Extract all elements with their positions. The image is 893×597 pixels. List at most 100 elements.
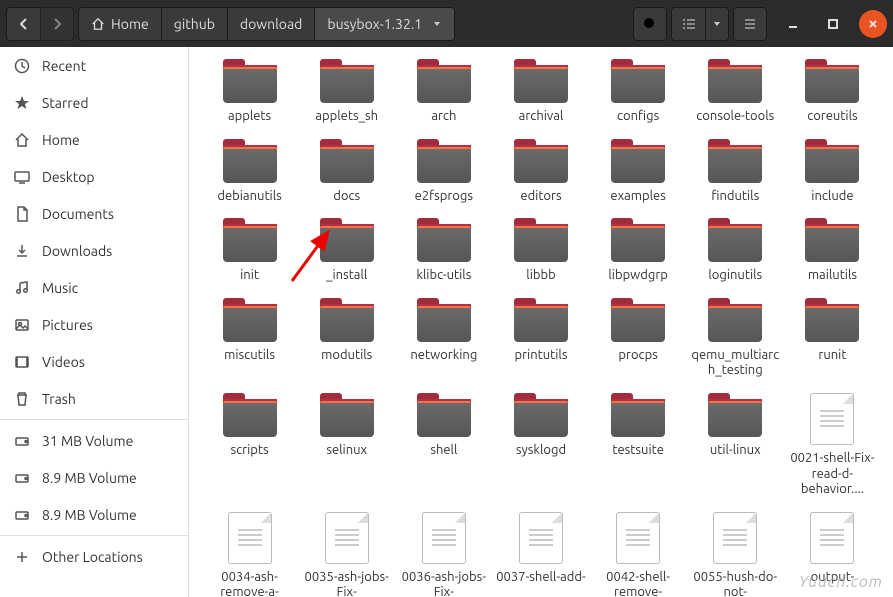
sidebar-recent[interactable]: Recent bbox=[0, 47, 188, 84]
folder-item[interactable]: debianutils bbox=[201, 135, 298, 209]
folder-label: sysklogd bbox=[516, 443, 566, 459]
file-item[interactable]: 0035-ash-jobs-Fix- bbox=[298, 508, 395, 597]
folder-item[interactable]: applets_sh bbox=[298, 55, 395, 129]
maximize-button[interactable] bbox=[819, 10, 847, 38]
folder-label: coreutils bbox=[807, 109, 857, 125]
text-file-icon bbox=[422, 512, 466, 564]
folder-item[interactable]: editors bbox=[492, 135, 589, 209]
folder-item[interactable]: shell bbox=[395, 389, 492, 502]
folder-item[interactable]: _install bbox=[298, 214, 395, 288]
file-item[interactable]: 0036-ash-jobs-Fix- bbox=[395, 508, 492, 597]
folder-label: e2fsprogs bbox=[415, 189, 473, 205]
back-button[interactable] bbox=[6, 7, 40, 41]
sidebar-videos[interactable]: Videos bbox=[0, 343, 188, 380]
folder-item[interactable]: networking bbox=[395, 294, 492, 383]
breadcrumb-current[interactable]: busybox-1.32.1 bbox=[315, 8, 454, 40]
folder-label: selinux bbox=[326, 443, 367, 459]
folder-item[interactable]: archival bbox=[492, 55, 589, 129]
view-buttons bbox=[671, 7, 729, 41]
folder-icon bbox=[417, 298, 471, 342]
folder-item[interactable]: runit bbox=[784, 294, 881, 383]
folder-icon bbox=[320, 59, 374, 103]
folder-item[interactable]: console-tools bbox=[687, 55, 784, 129]
folder-icon bbox=[514, 393, 568, 437]
folder-item[interactable]: loginutils bbox=[687, 214, 784, 288]
folder-item[interactable]: applets bbox=[201, 55, 298, 129]
breadcrumb-download[interactable]: download bbox=[228, 8, 315, 40]
menu-button[interactable] bbox=[733, 7, 767, 41]
folder-item[interactable]: examples bbox=[590, 135, 687, 209]
nav-buttons bbox=[6, 7, 74, 41]
folder-label: mailutils bbox=[808, 268, 857, 284]
minimize-button[interactable] bbox=[779, 10, 807, 38]
sidebar-pictures[interactable]: Pictures bbox=[0, 306, 188, 343]
folder-label: findutils bbox=[711, 189, 759, 205]
breadcrumb-github[interactable]: github bbox=[162, 8, 228, 40]
sidebar-music[interactable]: Music bbox=[0, 269, 188, 306]
folder-icon bbox=[611, 298, 665, 342]
folder-item[interactable]: printutils bbox=[492, 294, 589, 383]
folder-label: procps bbox=[618, 348, 657, 364]
sidebar-volume-1[interactable]: 8.9 MB Volume bbox=[0, 459, 188, 496]
file-item[interactable]: 0042-shell-remove- bbox=[590, 508, 687, 597]
folder-item[interactable]: klibc-utils bbox=[395, 214, 492, 288]
file-item[interactable]: 0055-hush-do-not- bbox=[687, 508, 784, 597]
folder-icon bbox=[320, 139, 374, 183]
sidebar-starred[interactable]: Starred bbox=[0, 84, 188, 121]
folder-item[interactable]: modutils bbox=[298, 294, 395, 383]
file-item[interactable]: 0021-shell-Fix-read-d-behavior.... bbox=[784, 389, 881, 502]
folder-item[interactable]: include bbox=[784, 135, 881, 209]
view-list-button[interactable] bbox=[671, 7, 705, 41]
folder-item[interactable]: testsuite bbox=[590, 389, 687, 502]
folder-item[interactable]: miscutils bbox=[201, 294, 298, 383]
folder-icon bbox=[417, 218, 471, 262]
sidebar-trash[interactable]: Trash bbox=[0, 380, 188, 417]
folder-label: debianutils bbox=[217, 189, 281, 205]
folder-item[interactable]: configs bbox=[590, 55, 687, 129]
folder-icon bbox=[514, 139, 568, 183]
folder-icon bbox=[320, 393, 374, 437]
sidebar-home[interactable]: Home bbox=[0, 121, 188, 158]
folder-item[interactable]: scripts bbox=[201, 389, 298, 502]
folder-item[interactable]: libbb bbox=[492, 214, 589, 288]
folder-label: archival bbox=[519, 109, 564, 125]
sidebar-volume-0[interactable]: 31 MB Volume bbox=[0, 422, 188, 459]
folder-item[interactable]: e2fsprogs bbox=[395, 135, 492, 209]
sidebar-documents[interactable]: Documents bbox=[0, 195, 188, 232]
folder-label: libpwdgrp bbox=[608, 268, 667, 284]
file-item[interactable]: 0037-shell-add- bbox=[492, 508, 589, 597]
folder-icon bbox=[514, 218, 568, 262]
folder-icon bbox=[223, 298, 277, 342]
folder-item[interactable]: init bbox=[201, 214, 298, 288]
file-label: 0042-shell-remove- bbox=[593, 570, 683, 597]
sidebar-volume-2[interactable]: 8.9 MB Volume bbox=[0, 496, 188, 533]
folder-item[interactable]: arch bbox=[395, 55, 492, 129]
folder-item[interactable]: mailutils bbox=[784, 214, 881, 288]
folder-item[interactable]: selinux bbox=[298, 389, 395, 502]
close-button[interactable] bbox=[859, 10, 887, 38]
folder-item[interactable]: coreutils bbox=[784, 55, 881, 129]
folder-label: init bbox=[240, 268, 259, 284]
breadcrumb-home[interactable]: Home bbox=[79, 8, 162, 40]
file-label: 0021-shell-Fix-read-d-behavior.... bbox=[787, 451, 877, 498]
titlebar: Home github download busybox-1.32.1 bbox=[0, 0, 893, 47]
folder-item[interactable]: qemu_multiarch_testing bbox=[687, 294, 784, 383]
sidebar-downloads[interactable]: Downloads bbox=[0, 232, 188, 269]
folder-item[interactable]: procps bbox=[590, 294, 687, 383]
file-item[interactable]: 0034-ash-remove-a- bbox=[201, 508, 298, 597]
search-button[interactable] bbox=[633, 7, 667, 41]
folder-item[interactable]: findutils bbox=[687, 135, 784, 209]
forward-button[interactable] bbox=[40, 7, 74, 41]
folder-icon bbox=[708, 393, 762, 437]
folder-label: docs bbox=[333, 189, 360, 205]
folder-label: util-linux bbox=[710, 443, 761, 459]
folder-item[interactable]: sysklogd bbox=[492, 389, 589, 502]
sidebar-other-locations[interactable]: Other Locations bbox=[0, 538, 188, 575]
folder-item[interactable]: util-linux bbox=[687, 389, 784, 502]
breadcrumb-home-label: Home bbox=[111, 16, 149, 32]
folder-item[interactable]: docs bbox=[298, 135, 395, 209]
folder-item[interactable]: libpwdgrp bbox=[590, 214, 687, 288]
sidebar-desktop[interactable]: Desktop bbox=[0, 158, 188, 195]
folder-label: qemu_multiarch_testing bbox=[690, 348, 780, 379]
view-dropdown-button[interactable] bbox=[705, 7, 729, 41]
